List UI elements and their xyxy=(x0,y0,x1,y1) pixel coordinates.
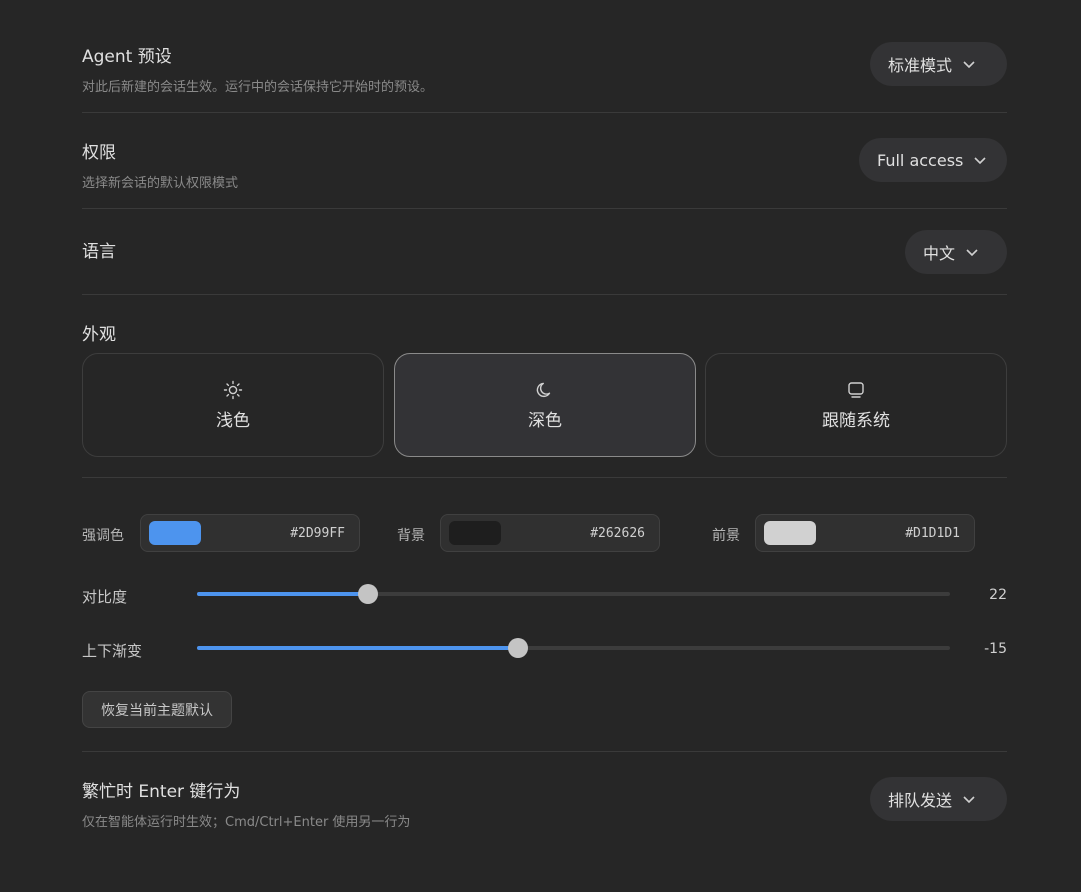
theme-light-option[interactable]: 浅色 xyxy=(82,353,384,457)
busy-enter-value: 排队发送 xyxy=(888,791,953,810)
divider xyxy=(82,208,1007,209)
gradient-value: -15 xyxy=(984,641,1007,657)
appearance-title: 外观 xyxy=(82,325,116,345)
background-color-label: 背景 xyxy=(397,528,425,544)
theme-light-label: 浅色 xyxy=(216,410,250,431)
foreground-color-hex: #D1D1D1 xyxy=(905,525,960,541)
gradient-slider-fill xyxy=(197,646,518,650)
background-color-swatch[interactable] xyxy=(449,521,501,545)
theme-dark-option[interactable]: 深色 xyxy=(394,353,696,457)
divider xyxy=(82,294,1007,295)
busy-enter-dropdown[interactable]: 排队发送 xyxy=(870,777,1007,821)
gradient-slider-thumb[interactable] xyxy=(507,638,528,658)
divider xyxy=(82,751,1007,752)
chevron-down-icon xyxy=(962,57,976,71)
language-dropdown[interactable]: 中文 xyxy=(905,230,1007,274)
agent-preset-dropdown[interactable]: 标准模式 xyxy=(870,42,1007,86)
contrast-slider[interactable] xyxy=(197,584,950,604)
agent-preset-value: 标准模式 xyxy=(888,56,953,75)
reset-theme-button[interactable]: 恢复当前主题默认 xyxy=(82,691,232,728)
background-color-field[interactable]: #262626 xyxy=(440,514,660,552)
busy-enter-row: 繁忙时 Enter 键行为 仅在智能体运行时生效；Cmd/Ctrl+Enter … xyxy=(82,777,1007,830)
agent-preset-title: Agent 预设 xyxy=(82,47,172,67)
contrast-value: 22 xyxy=(989,587,1007,603)
gradient-label: 上下渐变 xyxy=(82,642,143,660)
chevron-down-icon xyxy=(973,153,987,167)
foreground-color-label: 前景 xyxy=(712,528,740,544)
background-color-hex: #262626 xyxy=(590,525,645,541)
moon-icon xyxy=(535,380,555,400)
permissions-row: 权限 选择新会话的默认权限模式 Full access xyxy=(82,138,1007,191)
chevron-down-icon xyxy=(965,245,979,259)
accent-color-swatch[interactable] xyxy=(149,521,201,545)
busy-enter-description: 仅在智能体运行时生效；Cmd/Ctrl+Enter 使用另一行为 xyxy=(82,815,411,830)
contrast-slider-thumb[interactable] xyxy=(357,584,378,604)
theme-system-option[interactable]: 跟随系统 xyxy=(705,353,1007,457)
permissions-value: Full access xyxy=(877,150,964,170)
monitor-icon xyxy=(846,380,866,400)
language-value: 中文 xyxy=(923,244,956,263)
gradient-slider[interactable] xyxy=(197,638,950,658)
contrast-label: 对比度 xyxy=(82,588,128,606)
language-row: 语言 中文 xyxy=(82,230,1007,274)
sun-icon xyxy=(223,380,243,400)
permissions-dropdown[interactable]: Full access xyxy=(859,138,1007,182)
contrast-slider-fill xyxy=(197,592,368,596)
agent-preset-row: Agent 预设 对此后新建的会话生效。运行中的会话保持它开始时的预设。 标准模… xyxy=(82,42,1007,95)
divider xyxy=(82,112,1007,113)
chevron-down-icon xyxy=(962,792,976,806)
theme-options: 浅色 深色 跟随系统 xyxy=(82,353,1007,457)
busy-enter-title: 繁忙时 Enter 键行为 xyxy=(82,782,241,802)
divider xyxy=(82,477,1007,478)
theme-dark-label: 深色 xyxy=(528,410,562,431)
language-title: 语言 xyxy=(82,242,116,262)
theme-system-label: 跟随系统 xyxy=(822,410,890,431)
accent-color-hex: #2D99FF xyxy=(290,525,345,541)
accent-color-label: 强调色 xyxy=(82,528,124,544)
settings-page: Agent 预设 对此后新建的会话生效。运行中的会话保持它开始时的预设。 标准模… xyxy=(0,0,1081,892)
agent-preset-description: 对此后新建的会话生效。运行中的会话保持它开始时的预设。 xyxy=(82,80,434,95)
foreground-color-field[interactable]: #D1D1D1 xyxy=(755,514,975,552)
appearance-heading-row: 外观 xyxy=(82,320,1007,345)
accent-color-field[interactable]: #2D99FF xyxy=(140,514,360,552)
foreground-color-swatch[interactable] xyxy=(764,521,816,545)
color-fields: 强调色 #2D99FF 背景 #262626 前景 #D1D1D1 xyxy=(82,514,1007,552)
